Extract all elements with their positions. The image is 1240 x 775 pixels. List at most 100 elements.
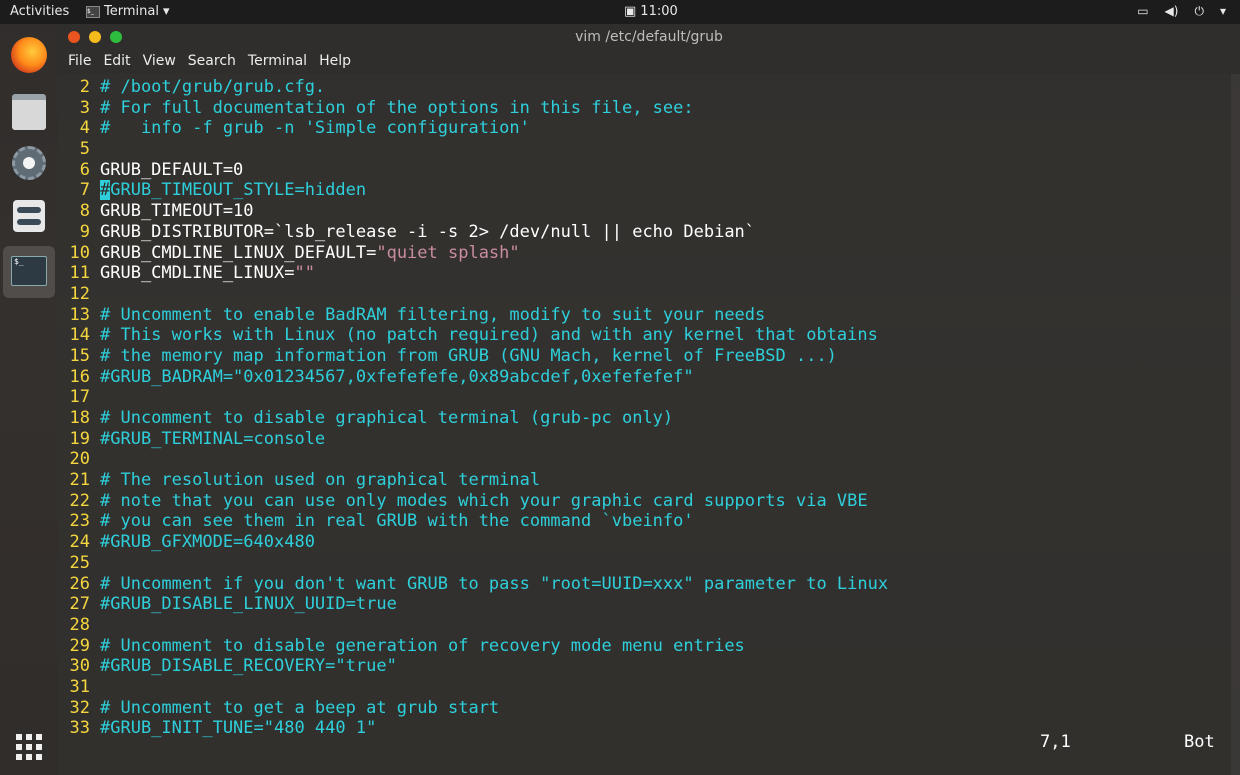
line-number: 25 [69,552,90,573]
vim-editor[interactable]: 2 # /boot/grub/grub.cfg. 3 # For full docum… [58,77,1228,739]
editor-line[interactable]: 24 #GRUB_GFXMODE=640x480 [58,532,1228,553]
line-text: # info -f grub -n 'Simple configuration' [100,118,530,139]
menu-view[interactable]: View [137,50,182,74]
scroll-indicator: Bot [1184,732,1215,752]
string-literal: "" [294,263,315,284]
power-icon[interactable]: ⏻ [1194,4,1204,19]
menu-bar: File Edit View Search Terminal Help [58,50,1240,74]
files-launcher[interactable] [6,86,52,132]
editor-line[interactable]: 10 GRUB_CMDLINE_LINUX_DEFAULT="quiet spla… [58,243,1228,264]
line-number: 7 [79,180,90,201]
activities-button[interactable]: Activities [10,4,69,19]
line-number: 23 [69,511,90,532]
editor-line[interactable]: 18 # Uncomment to disable graphical termi… [58,408,1228,429]
editor-line[interactable]: 11 GRUB_CMDLINE_LINUX="" [58,263,1228,284]
line-text: #GRUB_GFXMODE=640x480 [100,532,315,553]
line-text: #GRUB_BADRAM="0x01234567,0xfefefefe,0x89… [100,366,694,387]
line-text: # you can see them in real GRUB with the… [100,511,694,532]
line-number: 14 [69,325,90,346]
editor-line[interactable]: 9 GRUB_DISTRIBUTOR=`lsb_release -i -s 2> … [58,222,1228,243]
editor-line[interactable]: 22 # note that you can use only modes whi… [58,491,1228,512]
editor-line[interactable]: 28 [58,615,1228,636]
settings-launcher[interactable] [6,140,52,186]
line-number: 27 [69,594,90,615]
editor-line[interactable]: 7 #GRUB_TIMEOUT_STYLE=hidden [58,180,1228,201]
line-number: 22 [69,490,90,511]
editor-line[interactable]: 6 GRUB_DEFAULT=0 [58,160,1228,181]
line-number: 18 [69,408,90,428]
menu-edit[interactable]: Edit [97,50,136,74]
text-cursor: # [100,180,111,201]
line-number: 29 [69,635,90,656]
window-title: vim /etc/default/grub [575,29,723,45]
line-text: #GRUB_DISABLE_RECOVERY="true" [100,656,397,677]
line-number: 4 [79,118,90,139]
line-number: 17 [69,387,90,408]
line-text: GRUB_CMDLINE_LINUX_DEFAULT= [100,242,377,263]
line-text: GRUB_TIMEOUT=10 [100,201,254,222]
tweaks-icon [13,200,45,232]
chevron-down-icon[interactable]: ▾ [1220,4,1226,19]
line-number: 20 [69,449,90,470]
line-text: # Uncomment to disable generation of rec… [100,635,745,656]
string-literal: "quiet splash" [376,242,520,263]
scrollbar[interactable] [1231,74,1240,775]
editor-line[interactable]: 5 [58,139,1228,160]
editor-line[interactable]: 4 # info -f grub -n 'Simple configuration… [58,118,1228,139]
clock-label: 11:00 [640,4,678,19]
title-bar[interactable]: vim /etc/default/grub [58,24,1240,50]
calendar-icon: ▣ [624,4,637,19]
firefox-launcher[interactable] [6,32,52,78]
line-text: # The resolution used on graphical termi… [100,470,541,491]
editor-line[interactable]: 19 #GRUB_TERMINAL=console [58,429,1228,450]
line-number: 26 [69,573,90,594]
line-text: # Uncomment to get a beep at grub start [100,697,500,718]
editor-line[interactable]: 2 # /boot/grub/grub.cfg. [58,77,1228,98]
volume-icon[interactable]: ◀) [1165,4,1179,19]
editor-line[interactable]: 27 #GRUB_DISABLE_LINUX_UUID=true [58,594,1228,615]
system-tray[interactable]: ▭ ◀) ⏻ ▾ [1137,4,1226,19]
editor-line[interactable]: 15 # the memory map information from GRUB… [58,346,1228,367]
editor-line[interactable]: 25 [58,553,1228,574]
top-bar: Activities $_ Terminal ▾ ▣ 11:00 ▭ ◀) ⏻ … [0,0,1240,24]
display-icon[interactable]: ▭ [1137,4,1148,19]
dock: $_ [0,24,58,775]
editor-line[interactable]: 16 #GRUB_BADRAM="0x01234567,0xfefefefe,0x… [58,367,1228,388]
terminal-icon: $_ [11,256,47,286]
editor-line[interactable]: 30 #GRUB_DISABLE_RECOVERY="true" [58,656,1228,677]
editor-line[interactable]: 12 [58,284,1228,305]
line-number: 15 [69,345,90,366]
app-menu[interactable]: $_ Terminal ▾ [86,4,169,19]
editor-line[interactable]: 3 # For full documentation of the options… [58,98,1228,119]
line-number: 19 [69,428,90,449]
show-applications-icon[interactable] [16,734,42,760]
editor-line[interactable]: 8 GRUB_TIMEOUT=10 [58,201,1228,222]
editor-line[interactable]: 14 # This works with Linux (no patch requ… [58,325,1228,346]
chevron-down-icon: ▾ [162,4,170,19]
menu-file[interactable]: File [62,50,97,74]
menu-help[interactable]: Help [313,50,357,74]
terminal-launcher[interactable]: $_ [3,246,55,298]
editor-line[interactable]: 29 # Uncomment to disable generation of r… [58,636,1228,657]
editor-line[interactable]: 23 # you can see them in real GRUB with t… [58,511,1228,532]
line-text: GRUB_TIMEOUT_STYLE=hidden [110,180,367,201]
line-number: 24 [69,532,90,553]
line-text: GRUB_DISTRIBUTOR=`lsb_release -i -s 2> /… [100,221,756,242]
editor-line[interactable]: 21 # The resolution used on graphical ter… [58,470,1228,491]
files-icon [12,94,46,130]
menu-search[interactable]: Search [182,50,242,74]
menu-terminal[interactable]: Terminal [242,50,313,74]
line-number: 30 [69,656,90,677]
editor-line[interactable]: 26 # Uncomment if you don't want GRUB to … [58,574,1228,595]
editor-line[interactable]: 20 [58,449,1228,470]
firefox-icon [11,37,47,73]
editor-line[interactable]: 31 [58,677,1228,698]
editor-line[interactable]: 32 # Uncomment to get a beep at grub star… [58,698,1228,719]
clock[interactable]: ▣ 11:00 [624,4,678,19]
line-number: 32 [69,697,90,718]
editor-line[interactable]: 17 [58,387,1228,408]
line-text: # the memory map information from GRUB (… [100,345,837,366]
tweaks-launcher[interactable] [6,194,52,240]
editor-line[interactable]: 13 # Uncomment to enable BadRAM filtering… [58,305,1228,326]
line-text: GRUB_DEFAULT=0 [100,159,244,180]
